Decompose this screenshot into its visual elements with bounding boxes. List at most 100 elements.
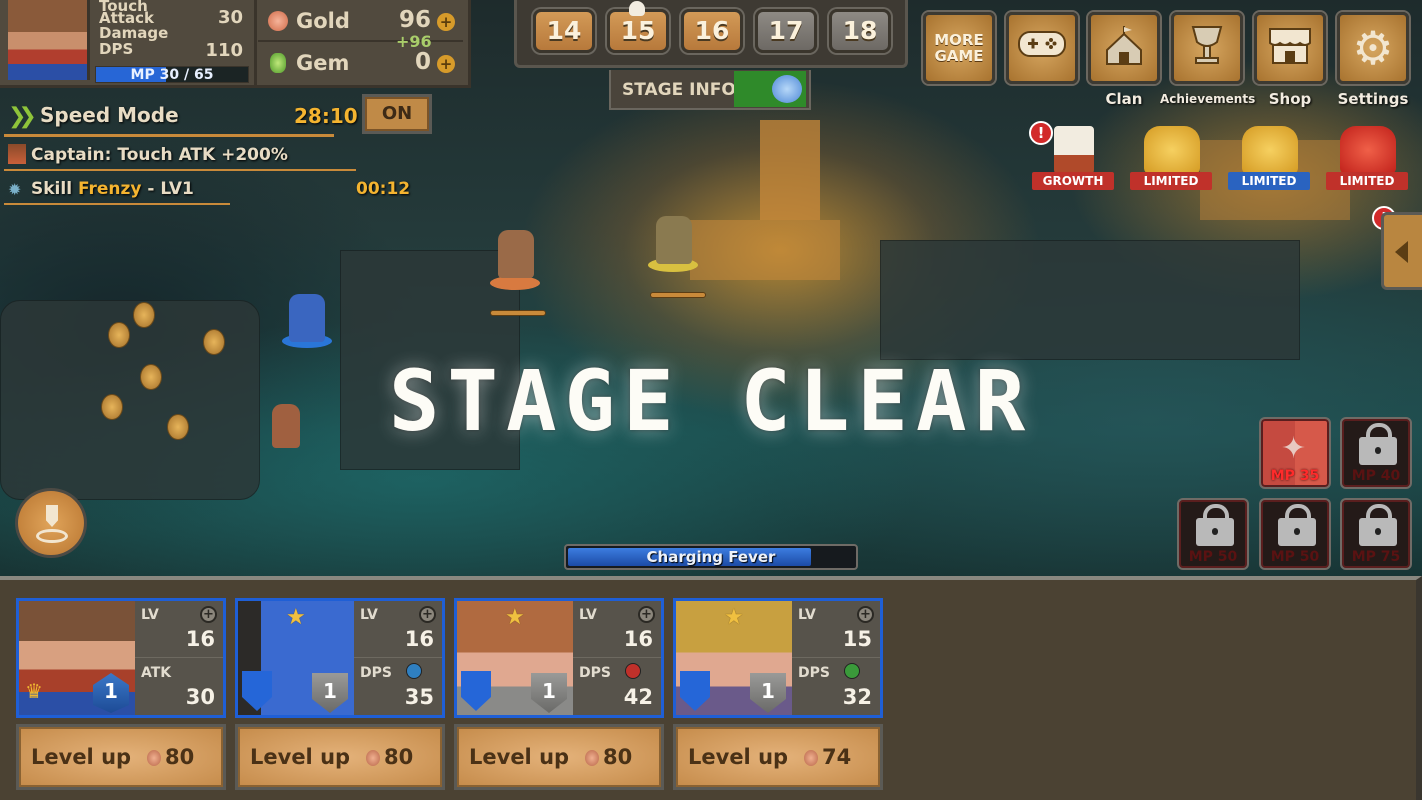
skill-buff-text: Skill Frenzy - LV1 <box>31 179 194 199</box>
slime-icon <box>772 75 802 103</box>
hero-card-3[interactable]: ★ 1 LV + 16 DPS 42 <box>454 598 664 718</box>
gear-icon: ⚙ <box>1352 21 1394 75</box>
chevron-left-icon <box>1395 241 1408 263</box>
stat-value: 42 <box>623 685 653 709</box>
growth-alert-badge: ! <box>1029 121 1053 145</box>
stat-value: 32 <box>842 685 872 709</box>
shop-button[interactable] <box>1254 12 1326 84</box>
hero-archer-sprite[interactable] <box>656 216 692 264</box>
level-up-button-4[interactable]: Level up 74 <box>673 724 883 790</box>
skill-slot-1[interactable]: ✦ MP 35 <box>1259 417 1331 489</box>
speed-mode-timer: 28:10 <box>294 104 358 128</box>
stage-info-label: STAGE INFO <box>622 80 736 100</box>
hero-card-4[interactable]: ★ 1 LV + 15 DPS 32 <box>673 598 883 718</box>
captain-portrait[interactable] <box>8 0 90 80</box>
stage-button-18[interactable]: 18 <box>829 9 891 53</box>
gold-value: 96 <box>398 7 431 33</box>
hero-level: 16 <box>404 627 434 651</box>
tent-icon <box>1104 24 1144 72</box>
skill-cost: MP 35 <box>1270 468 1320 484</box>
lock-icon <box>1196 504 1234 546</box>
speed-mode-label: Speed Mode <box>40 103 179 127</box>
achievements-button[interactable] <box>1171 12 1243 84</box>
stat-value: 30 <box>185 685 215 709</box>
gold-coin-icon <box>804 750 818 766</box>
zoom-in-icon[interactable]: + <box>857 606 874 623</box>
level-up-button-1[interactable]: Level up 80 <box>16 724 226 790</box>
level-up-button-3[interactable]: Level up 80 <box>454 724 664 790</box>
add-gem-button[interactable]: + <box>437 55 455 73</box>
lava-stairs <box>690 220 840 280</box>
settings-button[interactable]: ⚙ <box>1337 12 1409 84</box>
lv-label: LV <box>360 607 378 623</box>
gold-coin[interactable] <box>108 322 130 348</box>
divider <box>354 657 442 658</box>
fever-gauge: Charging Fever <box>564 544 858 570</box>
limited-ribbon: LIMITED <box>1326 172 1408 190</box>
screenshot-button[interactable] <box>15 488 87 558</box>
skill-cost: MP 40 <box>1351 468 1401 484</box>
skill-slot-5[interactable]: MP 75 <box>1340 498 1412 570</box>
hero-warrior-sprite[interactable] <box>498 230 534 278</box>
zoom-in-icon[interactable]: + <box>419 606 436 623</box>
stat-label: DPS <box>579 665 611 681</box>
level-up-label: Level up <box>688 745 789 769</box>
stage-info-button[interactable]: STAGE INFO <box>609 70 811 110</box>
stage-button-14[interactable]: 14 <box>533 9 595 53</box>
level-up-button-2[interactable]: Level up 80 <box>235 724 445 790</box>
gold-label: Gold <box>296 9 350 33</box>
lv-label: LV <box>579 607 597 623</box>
gold-coin[interactable] <box>133 302 155 328</box>
star-icon: ★ <box>286 605 306 630</box>
skill-cost: MP 75 <box>1351 549 1401 565</box>
mp-text: MP 30 / 65 <box>130 67 214 83</box>
hero-stats: LV + 16 DPS 35 <box>354 601 442 715</box>
gamepad-icon <box>1017 29 1067 67</box>
stat-label: DPS <box>360 665 392 681</box>
stage-enemies-thumbnail <box>734 71 806 107</box>
stage-selector: 14 15 16 17 18 <box>514 0 908 68</box>
hero-level: 16 <box>623 627 653 651</box>
hero-mage-sprite[interactable] <box>289 294 325 342</box>
touch-attack-value: 30 <box>217 7 243 28</box>
skill-slot-2[interactable]: MP 40 <box>1340 417 1412 489</box>
skill-slot-4[interactable]: MP 50 <box>1259 498 1331 570</box>
limited-offer-3-button[interactable]: LIMITED <box>1326 122 1408 194</box>
divider <box>135 657 223 658</box>
game-services-button[interactable] <box>1006 12 1078 84</box>
skill-name: Frenzy <box>77 179 142 199</box>
add-gold-button[interactable]: + <box>437 13 455 31</box>
clan-label: Clan <box>1105 90 1143 108</box>
limited-offer-1-button[interactable]: LIMITED <box>1130 122 1212 194</box>
speed-mode-toggle[interactable]: ON <box>362 94 432 134</box>
fever-label: Charging Fever <box>646 548 776 566</box>
enemy-hp-bar <box>650 292 706 298</box>
more-game-button[interactable]: MORE GAME <box>923 12 995 84</box>
clan-button[interactable] <box>1088 12 1160 84</box>
level-up-cost: 80 <box>165 745 195 769</box>
stat-value: 35 <box>404 685 434 709</box>
zoom-in-icon[interactable]: + <box>200 606 217 623</box>
skill-prefix: Skill <box>31 179 78 199</box>
zoom-in-icon[interactable]: + <box>638 606 655 623</box>
double-chevron-icon: ❯❯ <box>8 104 37 129</box>
limited-offer-2-button[interactable]: LIMITED <box>1228 122 1310 194</box>
skill-level: - LV1 <box>141 179 194 199</box>
unit-base <box>490 276 540 290</box>
stage-clear-banner: STAGE CLEAR <box>388 352 1034 450</box>
level-up-label: Level up <box>469 745 570 769</box>
skill-timer: 00:12 <box>356 179 411 199</box>
hero-card-2[interactable]: ★ 1 LV + 16 DPS 35 <box>235 598 445 718</box>
side-menu-toggle[interactable] <box>1381 212 1422 290</box>
level-up-label: Level up <box>31 745 132 769</box>
lv-label: LV <box>798 607 816 623</box>
stage-button-17[interactable]: 17 <box>755 9 817 53</box>
skill-slot-3[interactable]: MP 50 <box>1177 498 1249 570</box>
wind-element-icon <box>844 663 860 679</box>
cliff-rock <box>880 240 1300 360</box>
damage-label: Damage <box>99 24 169 42</box>
hero-card-1[interactable]: ♛ 1 LV + 16 ATK 30 <box>16 598 226 718</box>
crystal-skill-icon: ✦ <box>1281 431 1307 466</box>
stage-button-16[interactable]: 16 <box>681 9 743 53</box>
gem-label: Gem <box>296 51 350 75</box>
